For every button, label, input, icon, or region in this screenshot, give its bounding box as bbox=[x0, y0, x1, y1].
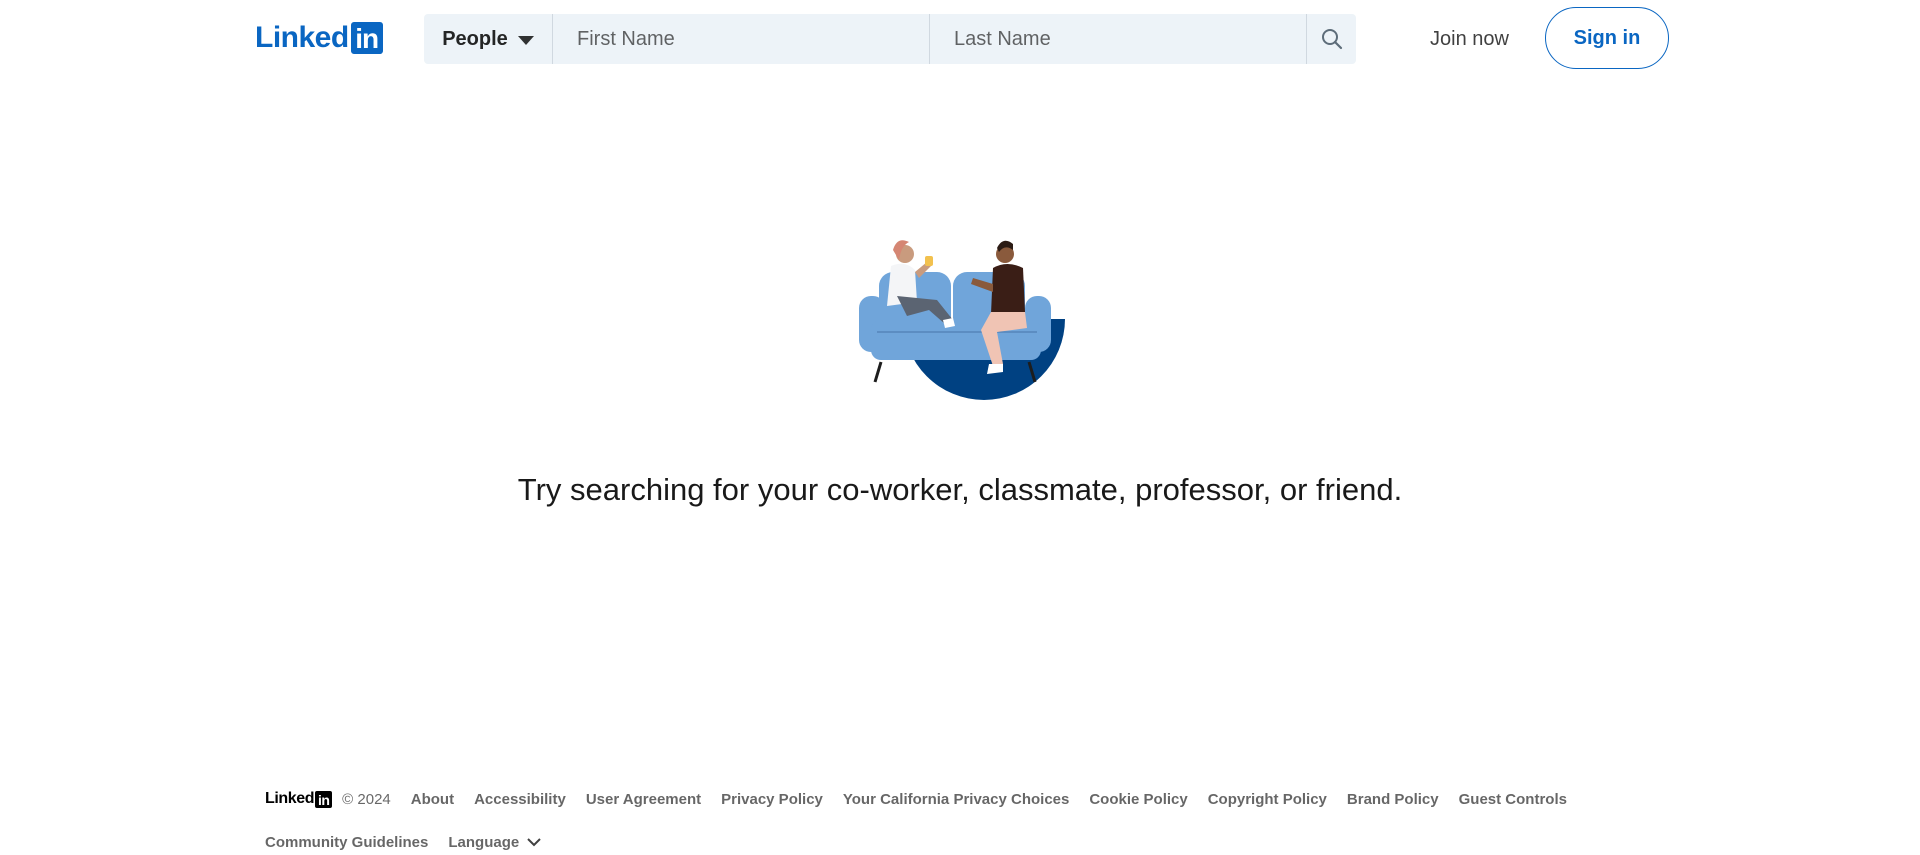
footer-link-user-agreement[interactable]: User Agreement bbox=[586, 791, 701, 808]
join-now-button[interactable]: Join now bbox=[1408, 8, 1531, 70]
footer-link-california-privacy[interactable]: Your California Privacy Choices bbox=[843, 791, 1069, 808]
first-name-input[interactable] bbox=[553, 14, 930, 64]
sign-in-button[interactable]: Sign in bbox=[1545, 7, 1669, 69]
chevron-down-icon bbox=[527, 838, 541, 847]
footer-logo-in-box: in bbox=[315, 790, 333, 808]
footer-logo-text: Linked bbox=[265, 790, 315, 807]
language-selector[interactable]: Language bbox=[448, 834, 541, 851]
footer-row-1: Linked in © 2024 About Accessibility Use… bbox=[265, 786, 1665, 812]
people-search-bar: People bbox=[424, 14, 1356, 64]
search-icon bbox=[1321, 29, 1342, 50]
footer-link-accessibility[interactable]: Accessibility bbox=[474, 791, 566, 808]
logo-text: Linked bbox=[255, 21, 349, 54]
caret-down-icon bbox=[517, 35, 534, 45]
footer-link-brand-policy[interactable]: Brand Policy bbox=[1347, 791, 1439, 808]
linkedin-logo[interactable]: Linked in bbox=[255, 22, 383, 54]
footer: Linked in © 2024 About Accessibility Use… bbox=[265, 786, 1665, 855]
language-label: Language bbox=[448, 833, 520, 851]
logo-in-box: in bbox=[350, 22, 383, 54]
footer-link-copyright-policy[interactable]: Copyright Policy bbox=[1208, 791, 1327, 808]
footer-link-guest-controls[interactable]: Guest Controls bbox=[1459, 791, 1567, 808]
header: Linked in People Join now Sign in bbox=[0, 0, 1920, 78]
search-button[interactable] bbox=[1307, 14, 1356, 64]
search-type-dropdown[interactable]: People bbox=[424, 14, 553, 64]
footer-linkedin-logo: Linked in bbox=[265, 790, 333, 808]
footer-link-cookie-policy[interactable]: Cookie Policy bbox=[1089, 791, 1187, 808]
copyright-text: © 2024 bbox=[342, 790, 391, 808]
footer-link-community-guidelines[interactable]: Community Guidelines bbox=[265, 834, 428, 851]
footer-row-2: Community Guidelines Language bbox=[265, 829, 1665, 855]
last-name-input[interactable] bbox=[930, 14, 1307, 64]
people-on-couch-illustration bbox=[857, 232, 1067, 404]
search-type-label: People bbox=[442, 27, 508, 50]
empty-state-message: Try searching for your co-worker, classm… bbox=[517, 472, 1403, 507]
footer-link-about[interactable]: About bbox=[411, 791, 454, 808]
footer-link-privacy-policy[interactable]: Privacy Policy bbox=[721, 791, 823, 808]
